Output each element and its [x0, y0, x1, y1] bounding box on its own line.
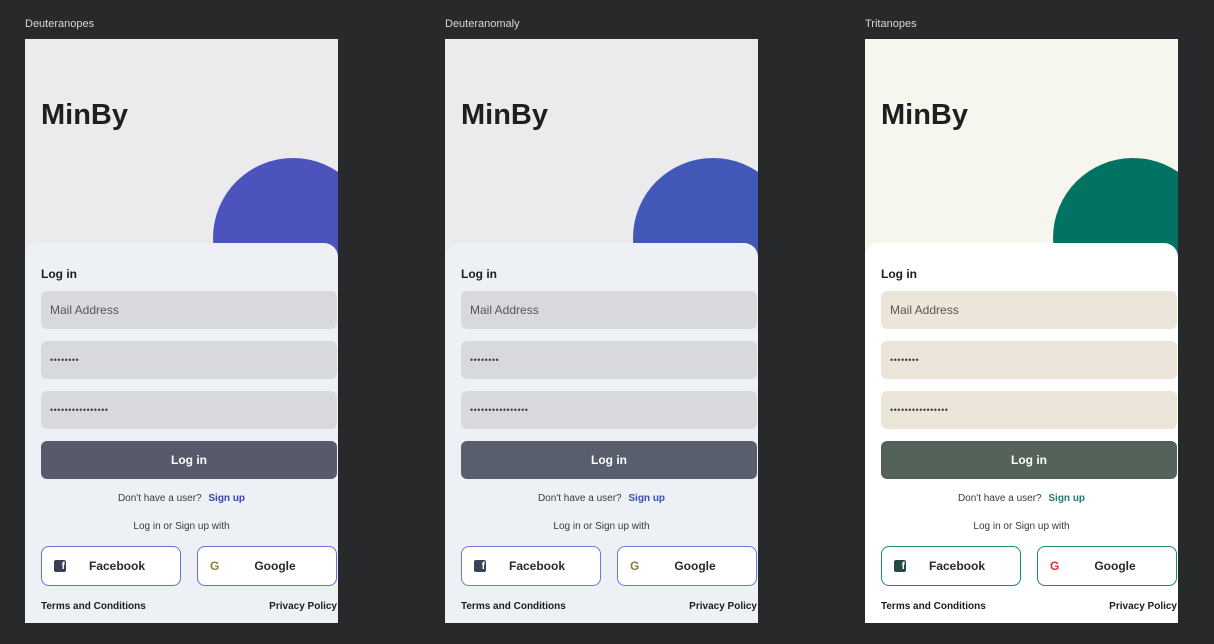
terms-link[interactable]: Terms and Conditions: [461, 601, 566, 612]
terms-link[interactable]: Terms and Conditions: [881, 601, 986, 612]
google-button[interactable]: G Google: [197, 546, 337, 586]
google-button[interactable]: G Google: [1037, 546, 1177, 586]
signup-prompt: Don't have a user? Sign up: [865, 493, 1178, 504]
variant-label: Deuteranomaly: [445, 18, 520, 30]
phone-screen: MinBy Log in Mail Address •••••••• •••••…: [865, 39, 1178, 623]
login-heading: Log in: [881, 267, 917, 281]
phone-screen: MinBy Log in Mail Address •••••••• •••••…: [25, 39, 338, 623]
google-label: Google: [674, 559, 716, 573]
google-label: Google: [1094, 559, 1136, 573]
app-title: MinBy: [461, 99, 548, 131]
no-user-text: Don't have a user?: [957, 493, 1042, 504]
login-card: Log in Mail Address •••••••• •••••••••••…: [445, 243, 758, 623]
email-field[interactable]: Mail Address: [461, 291, 757, 329]
facebook-button[interactable]: f Facebook: [41, 546, 181, 586]
social-caption: Log in or Sign up with: [553, 521, 650, 532]
login-button[interactable]: Log in: [881, 441, 1177, 479]
email-field[interactable]: Mail Address: [881, 291, 1177, 329]
terms-link[interactable]: Terms and Conditions: [41, 601, 146, 612]
confirm-password-field[interactable]: ••••••••••••••••: [881, 391, 1177, 429]
signup-link[interactable]: Sign up: [628, 493, 665, 504]
phone-screen: MinBy Log in Mail Address •••••••• •••••…: [445, 39, 758, 623]
privacy-link[interactable]: Privacy Policy: [689, 601, 757, 612]
facebook-button[interactable]: f Facebook: [461, 546, 601, 586]
login-heading: Log in: [461, 267, 497, 281]
no-user-text: Don't have a user?: [537, 493, 622, 504]
social-caption: Log in or Sign up with: [973, 521, 1070, 532]
app-title: MinBy: [41, 99, 128, 131]
signup-link[interactable]: Sign up: [1048, 493, 1085, 504]
confirm-password-field[interactable]: ••••••••••••••••: [461, 391, 757, 429]
login-card: Log in Mail Address •••••••• •••••••••••…: [865, 243, 1178, 623]
google-label: Google: [254, 559, 296, 573]
confirm-password-field[interactable]: ••••••••••••••••: [41, 391, 337, 429]
variant-panel: Deuteranomaly MinBy Log in Mail Address …: [445, 0, 758, 644]
email-field[interactable]: Mail Address: [41, 291, 337, 329]
signup-prompt: Don't have a user? Sign up: [445, 493, 758, 504]
google-button[interactable]: G Google: [617, 546, 757, 586]
app-title: MinBy: [881, 99, 968, 131]
social-caption: Log in or Sign up with: [133, 521, 230, 532]
facebook-label: Facebook: [928, 559, 985, 573]
login-button[interactable]: Log in: [461, 441, 757, 479]
login-card: Log in Mail Address •••••••• •••••••••••…: [25, 243, 338, 623]
password-field[interactable]: ••••••••: [461, 341, 757, 379]
facebook-button[interactable]: f Facebook: [881, 546, 1021, 586]
login-button[interactable]: Log in: [41, 441, 337, 479]
variant-label: Deuteranopes: [25, 18, 95, 30]
no-user-text: Don't have a user?: [117, 493, 202, 504]
login-heading: Log in: [41, 267, 77, 281]
password-field[interactable]: ••••••••: [881, 341, 1177, 379]
privacy-link[interactable]: Privacy Policy: [1109, 601, 1177, 612]
variant-label: Tritanopes: [865, 18, 917, 30]
signup-link[interactable]: Sign up: [208, 493, 245, 504]
facebook-label: Facebook: [88, 559, 145, 573]
variant-panel: Tritanopes MinBy Log in Mail Address •••…: [865, 0, 1178, 644]
signup-prompt: Don't have a user? Sign up: [25, 493, 338, 504]
variant-panel: Deuteranopes MinBy Log in Mail Address •…: [25, 0, 338, 644]
facebook-label: Facebook: [508, 559, 565, 573]
privacy-link[interactable]: Privacy Policy: [269, 601, 337, 612]
password-field[interactable]: ••••••••: [41, 341, 337, 379]
